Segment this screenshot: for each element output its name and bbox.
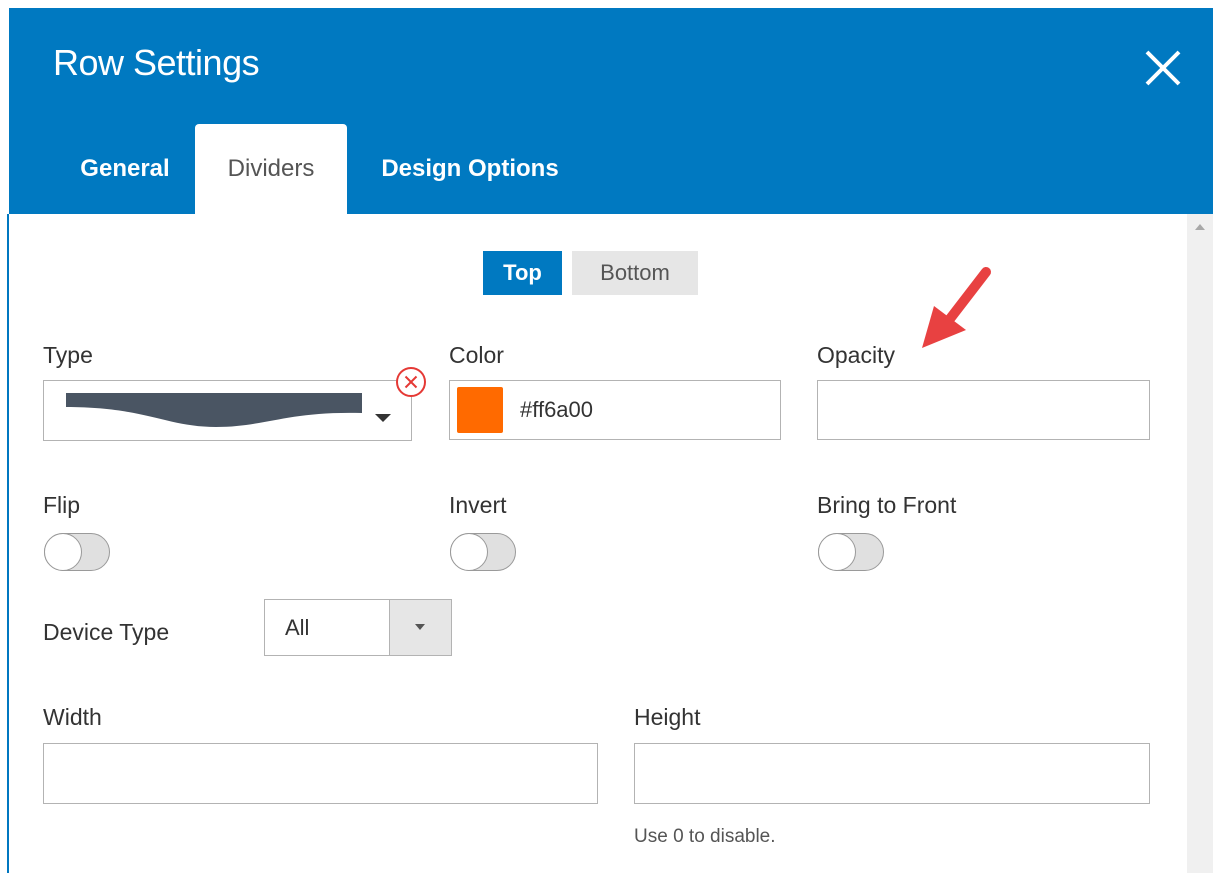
annotation-arrow-icon bbox=[922, 267, 991, 348]
scrollbar[interactable] bbox=[1187, 214, 1213, 873]
wave-divider-icon bbox=[66, 393, 362, 427]
opacity-input[interactable] bbox=[817, 380, 1150, 440]
dialog-header: Row Settings General Dividers Design Opt… bbox=[9, 8, 1213, 214]
clear-circle-icon bbox=[396, 367, 426, 397]
device-type-select[interactable]: All bbox=[264, 599, 452, 656]
bring-to-front-label: Bring to Front bbox=[817, 492, 957, 518]
dialog-left-edge bbox=[0, 0, 9, 873]
invert-label: Invert bbox=[449, 492, 507, 518]
flip-toggle[interactable] bbox=[44, 533, 110, 571]
height-input[interactable] bbox=[634, 743, 1150, 804]
opacity-label: Opacity bbox=[817, 342, 895, 368]
color-swatch[interactable] bbox=[457, 387, 503, 433]
toggle-knob bbox=[450, 533, 488, 571]
type-label: Type bbox=[43, 342, 93, 368]
height-hint: Use 0 to disable. bbox=[634, 826, 776, 847]
height-label: Height bbox=[634, 704, 701, 730]
width-label: Width bbox=[43, 704, 102, 730]
invert-toggle[interactable] bbox=[450, 533, 516, 571]
tab-dividers[interactable]: Dividers bbox=[195, 124, 347, 214]
clear-type-button[interactable] bbox=[395, 366, 427, 398]
tab-design-options[interactable]: Design Options bbox=[367, 124, 573, 214]
device-type-label: Device Type bbox=[43, 619, 170, 645]
color-label: Color bbox=[449, 342, 504, 368]
toggle-knob bbox=[818, 533, 856, 571]
flip-label: Flip bbox=[43, 492, 81, 518]
close-button[interactable] bbox=[1141, 46, 1185, 90]
color-value: #ff6a00 bbox=[520, 397, 594, 422]
chevron-down-icon bbox=[375, 414, 391, 422]
close-icon bbox=[1145, 50, 1181, 86]
divider-bottom-button[interactable]: Bottom bbox=[572, 251, 698, 295]
bring-to-front-toggle[interactable] bbox=[818, 533, 884, 571]
tab-general[interactable]: General bbox=[61, 124, 189, 214]
dialog-title: Row Settings bbox=[53, 42, 260, 83]
color-picker-field[interactable]: #ff6a00 bbox=[449, 380, 781, 440]
device-type-dropdown-button[interactable] bbox=[389, 600, 451, 655]
toggle-knob bbox=[44, 533, 82, 571]
type-select[interactable] bbox=[43, 380, 412, 441]
device-type-value: All bbox=[285, 615, 310, 640]
width-input[interactable] bbox=[43, 743, 598, 804]
divider-top-button[interactable]: Top bbox=[483, 251, 562, 295]
scroll-up-arrow-icon[interactable] bbox=[1195, 224, 1205, 230]
chevron-down-icon bbox=[415, 624, 425, 630]
